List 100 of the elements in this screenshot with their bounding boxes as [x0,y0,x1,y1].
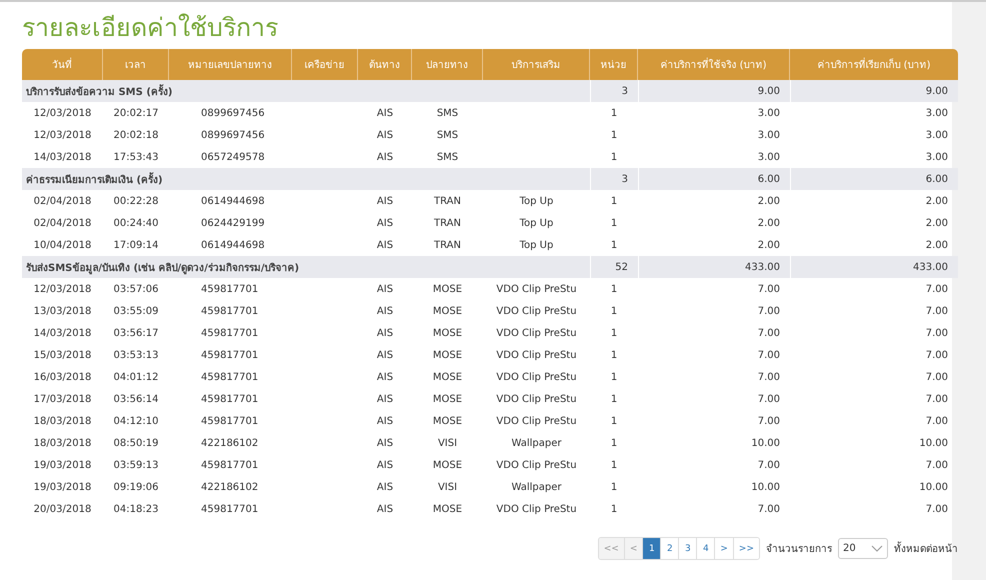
table-cell-text: 10.00 [918,480,949,494]
table-cell-text: VDO Clip PreStu [495,326,578,340]
table-cell-text: 7.00 [756,282,781,296]
table-cell-text: 17/03/2018 [32,392,92,406]
table-cell-text: 2.00 [924,238,949,252]
table-cell-text: 04:18:23 [112,502,160,516]
group-title: รับส่งSMSข้อมูล/บันเทิง (เช่น คลิป/ดูดวง/ร่วมกิจกรรม/บริจาค) [22,256,590,278]
table-cell-text: 459817701 [200,458,260,472]
table-cell: 3 [590,80,638,102]
table-cell-text: 422186102 [200,436,260,450]
table-cell-text: 1 [610,150,618,164]
table-cell-text: 17:09:14 [112,238,160,252]
table-cell-text: AIS [376,238,394,252]
table-cell-text: 14/03/2018 [32,326,92,340]
table-cell-text: MOSE [432,392,464,406]
table-cell-text: 04:12:10 [112,414,160,428]
table-cell-text: 2.00 [756,194,781,208]
table-cell-text: 1 [610,238,618,252]
table-cell-text: 1 [610,458,618,472]
column-header: วันที่ [22,49,103,80]
table-cell-text: 19/03/2018 [32,458,92,472]
table-cell: 3 [590,168,638,190]
table-cell-text: 7.00 [756,502,781,516]
table-cell-text: 3.00 [924,150,949,164]
table-cell-text: 3.00 [756,150,781,164]
table-cell: 6.00 [638,168,790,190]
table-cell-text: VISI [436,480,458,494]
table-cell-text: VDO Clip PreStu [495,414,578,428]
table-cell-text: 18/03/2018 [32,414,92,428]
table-cell-text: MOSE [432,348,464,362]
table-cell-text: 00:24:40 [112,216,160,230]
table-cell-text: 7.00 [924,304,949,318]
table-cell-text: MOSE [432,458,464,472]
table-cell-text: 459817701 [200,370,260,384]
page-button[interactable]: 1 [643,538,662,559]
table-cell-text: AIS [376,150,394,164]
table-cell-text: 02/04/2018 [32,216,92,230]
table-cell-text: AIS [376,370,394,384]
table-cell-text: 7.00 [924,414,949,428]
table-cell-text: 7.00 [756,414,781,428]
table-cell-text: VDO Clip PreStu [495,304,578,318]
table-cell-text: 15/03/2018 [32,348,92,362]
table-cell-text: TRAN [433,194,462,208]
table-cell-text: 12/03/2018 [32,282,92,296]
table-cell-text: 3.00 [924,128,949,142]
table-cell-text: Top Up [518,216,554,230]
table-cell-text: 03:57:06 [112,282,160,296]
table-cell-text: 1 [610,326,618,340]
page-title: รายละเอียดค่าใช้บริการ [22,12,279,44]
table-cell-text: AIS [376,326,394,340]
table-cell-text: AIS [376,458,394,472]
table-cell-text: 20/03/2018 [32,502,92,516]
table-cell-text: 0624429199 [200,216,266,230]
table-cell-text: AIS [376,216,394,230]
table-cell-text: AIS [376,106,394,120]
per-page-label: จำนวนรายการ [766,542,832,556]
table-cell-text: 03:53:13 [112,348,160,362]
table-cell-text: 1 [610,194,618,208]
table-cell: 9.00 [790,80,958,102]
table-cell-text: Wallpaper [510,436,563,450]
table-cell-text: 00:22:28 [112,194,160,208]
table-cell-text: 1 [610,106,618,120]
group-title: ค่าธรรมเนียมการเติมเงิน (ครั้ง) [22,168,590,190]
table-cell-text: 03:56:17 [112,326,160,340]
column-header: ค่าบริการที่ใช้จริง (บาท) [638,49,790,80]
table-cell-text: 12/03/2018 [32,128,92,142]
table-cell: 6.00 [790,168,958,190]
table-cell-text: 7.00 [756,458,781,472]
column-header: หน่วย [590,49,638,80]
table-cell-text: SMS [436,128,460,142]
table-cell-text: 3.00 [756,128,781,142]
table-cell-text: 7.00 [924,458,949,472]
table-cell-text: 16/03/2018 [32,370,92,384]
per-page-select[interactable]: 20 [838,538,888,559]
table-cell-text: 1 [610,348,618,362]
table-cell-text: 14/03/2018 [32,150,92,164]
table-cell-text: VDO Clip PreStu [495,348,578,362]
table-cell-text: VDO Clip PreStu [495,458,578,472]
table-cell-text: AIS [376,282,394,296]
table-cell-text: 1 [610,128,618,142]
table-cell-text: MOSE [432,502,464,516]
table-cell-text: 10.00 [750,480,781,494]
table-cell-text: TRAN [433,238,462,252]
table-cell-text: 19/03/2018 [32,480,92,494]
table-cell-text: 1 [610,502,618,516]
table-cell-text: 2.00 [756,238,781,252]
table-cell-text: 459817701 [200,282,260,296]
table-cell-text: 17:53:43 [112,150,160,164]
column-header: ปลายทาง [412,49,483,80]
table-cell-text: 03:59:13 [112,458,160,472]
table-cell-text: SMS [436,150,460,164]
table-cell-text: 459817701 [200,414,260,428]
table-cell-text: 2.00 [924,194,949,208]
table-cell-text: AIS [376,304,394,318]
table-cell: 433.00 [790,256,958,278]
table-cell-text: 3.00 [924,106,949,120]
table-cell-text: AIS [376,414,394,428]
table-cell-text: 20:02:18 [112,128,160,142]
table-cell-text: 459817701 [200,348,260,362]
table-cell-text: 18/03/2018 [32,436,92,450]
